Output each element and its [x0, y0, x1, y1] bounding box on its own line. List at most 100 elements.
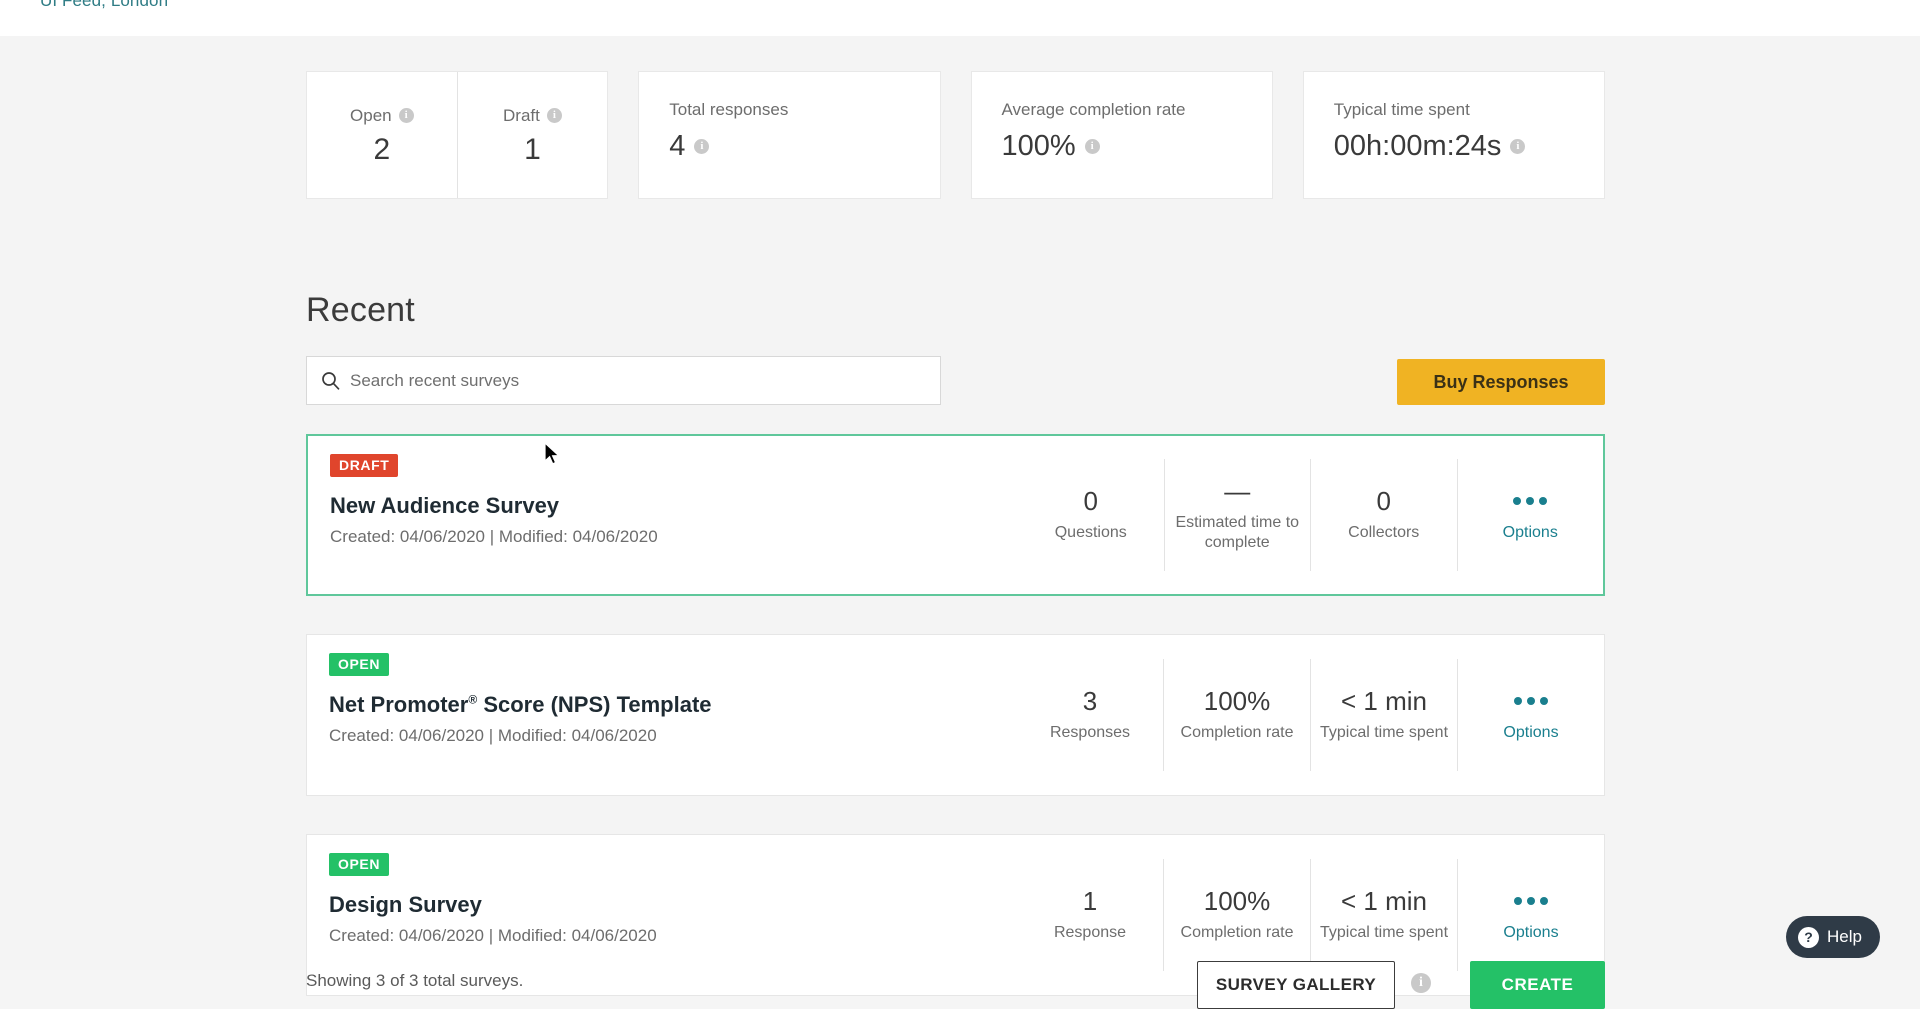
stat-value: 100% [1203, 885, 1271, 916]
survey-title[interactable]: New Audience Survey [330, 493, 1018, 519]
summary-card-total-responses: Total responses 4 i [638, 71, 941, 199]
survey-list: DRAFT New Audience Survey Created: 04/06… [306, 396, 1605, 996]
page-title: Recent [306, 291, 415, 329]
survey-stats: 3 Responses 100% Completion rate < 1 min… [1017, 635, 1604, 795]
options-button[interactable]: Options [1456, 459, 1604, 571]
stat-collectors: 0 Collectors [1310, 459, 1457, 571]
stat-label: Completion rate [1180, 923, 1294, 941]
summary-open-label: Open [350, 105, 392, 125]
stat-value: < 1 min [1341, 685, 1427, 716]
info-icon[interactable]: i [694, 139, 710, 154]
help-button[interactable]: ? Help [1786, 916, 1880, 958]
info-icon[interactable]: i [398, 108, 414, 123]
survey-row-nps[interactable]: OPEN Net Promoter® Score (NPS) Template … [306, 634, 1605, 796]
stat-value: — [1224, 475, 1251, 506]
info-icon[interactable]: i [1411, 973, 1431, 993]
metric-label: Average completion rate [1001, 100, 1186, 119]
search-icon [321, 371, 340, 390]
summary-open-block: Open i 2 [307, 72, 457, 198]
survey-dates: Created: 04/06/2020 | Modified: 04/06/20… [329, 726, 657, 745]
metric-label: Total responses [669, 100, 789, 119]
metric-label: Typical time spent [1333, 100, 1470, 119]
stat-completion-rate: 100% Completion rate [1163, 859, 1310, 971]
survey-title-text: New Audience Survey [330, 493, 560, 518]
survey-info: DRAFT New Audience Survey Created: 04/06… [308, 436, 1018, 594]
ellipsis-icon [1513, 488, 1548, 514]
stat-value: 0 [1376, 485, 1391, 516]
ellipsis-icon [1514, 888, 1548, 914]
summary-open-value: 2 [373, 132, 391, 166]
summary-cards-row: Open i 2 Draft i 1 Total responses 4 i A… [306, 71, 1605, 199]
stat-typical-time: < 1 min Typical time spent [1310, 859, 1457, 971]
survey-title-rest: Score (NPS) Template [477, 692, 712, 717]
stat-typical-time: < 1 min Typical time spent [1310, 659, 1457, 771]
survey-info: OPEN Net Promoter® Score (NPS) Template … [307, 635, 1017, 795]
info-icon[interactable]: i [546, 108, 562, 123]
survey-stats: 0 Questions — Estimated time to complete… [1018, 436, 1603, 594]
status-badge: OPEN [329, 853, 390, 876]
survey-dates: Created: 04/06/2020 | Modified: 04/06/20… [330, 527, 658, 546]
survey-title-text: Design Survey [329, 892, 482, 917]
summary-card-time-spent: Typical time spent 00h:00m:24s i [1302, 71, 1605, 199]
info-icon[interactable]: i [1510, 139, 1526, 154]
options-label: Options [1502, 523, 1558, 541]
summary-draft-label-row: Draft i [503, 106, 562, 126]
metric-body: Total responses 4 i [639, 72, 939, 198]
stat-value: 0 [1083, 485, 1098, 516]
results-count: Showing 3 of 3 total surveys. [306, 971, 524, 990]
metric-value: 00h:00m:24s [1333, 130, 1502, 162]
metric-value-row: 100% i [1002, 132, 1272, 161]
options-button[interactable]: Options [1457, 659, 1604, 771]
stat-value: < 1 min [1341, 885, 1427, 916]
survey-dates: Created: 04/06/2020 | Modified: 04/06/20… [329, 926, 657, 945]
status-badge: OPEN [329, 653, 390, 676]
survey-row-draft[interactable]: DRAFT New Audience Survey Created: 04/06… [306, 434, 1605, 596]
stat-label: Typical time spent [1319, 923, 1449, 941]
stat-label: Response [1053, 923, 1127, 941]
stat-label: Typical time spent [1319, 723, 1449, 741]
ellipsis-icon [1514, 688, 1548, 714]
metric-value: 100% [1001, 130, 1076, 162]
breadcrumb-location[interactable]: UI Feed, London [40, 0, 168, 11]
survey-title-text: Net Promoter [329, 692, 469, 717]
question-mark-icon: ? [1798, 926, 1819, 948]
stat-responses: 3 Responses [1017, 659, 1163, 771]
stat-completion-rate: 100% Completion rate [1163, 659, 1310, 771]
metric-value: 4 [669, 130, 686, 162]
registered-mark: ® [468, 692, 478, 707]
stat-value: 3 [1082, 685, 1098, 716]
summary-draft-value: 1 [524, 132, 541, 166]
summary-card-status: Open i 2 Draft i 1 [306, 71, 609, 199]
dashboard-page: Open i 2 Draft i 1 Total responses 4 i A… [0, 36, 1920, 1009]
stat-questions: 0 Questions [1018, 459, 1164, 571]
options-label: Options [1503, 923, 1559, 941]
survey-title[interactable]: Design Survey [329, 892, 1017, 918]
summary-open-label-row: Open i [350, 106, 414, 126]
summary-draft-label: Draft [503, 105, 540, 125]
stat-label: Estimated time to complete [1175, 513, 1300, 551]
survey-gallery-button[interactable]: SURVEY GALLERY [1197, 961, 1395, 1009]
stat-label: Questions [1054, 523, 1127, 541]
options-label: Options [1503, 723, 1559, 741]
metric-value-row: 4 i [669, 132, 939, 161]
stat-value: 100% [1203, 685, 1271, 716]
stat-estimated-time: — Estimated time to complete [1163, 459, 1311, 571]
survey-title[interactable]: Net Promoter® Score (NPS) Template [329, 692, 1017, 718]
summary-card-completion-rate: Average completion rate 100% i [970, 71, 1273, 199]
top-bar: UI Feed, London [0, 0, 1920, 36]
status-badge: DRAFT [330, 454, 399, 477]
search-input[interactable] [350, 370, 926, 391]
stat-responses: 1 Response [1017, 859, 1163, 971]
info-icon[interactable]: i [1084, 139, 1100, 154]
stat-label: Collectors [1348, 523, 1420, 541]
summary-draft-block: Draft i 1 [456, 72, 608, 198]
metric-body: Typical time spent 00h:00m:24s i [1304, 72, 1604, 198]
options-button[interactable]: Options [1457, 859, 1604, 971]
stat-label: Completion rate [1180, 723, 1294, 741]
metric-body: Average completion rate 100% i [972, 72, 1272, 198]
help-label: Help [1827, 927, 1862, 946]
create-button[interactable]: CREATE [1470, 961, 1605, 1009]
stat-value: 1 [1082, 885, 1098, 916]
stat-label: Responses [1049, 723, 1131, 741]
metric-value-row: 00h:00m:24s i [1334, 132, 1604, 161]
